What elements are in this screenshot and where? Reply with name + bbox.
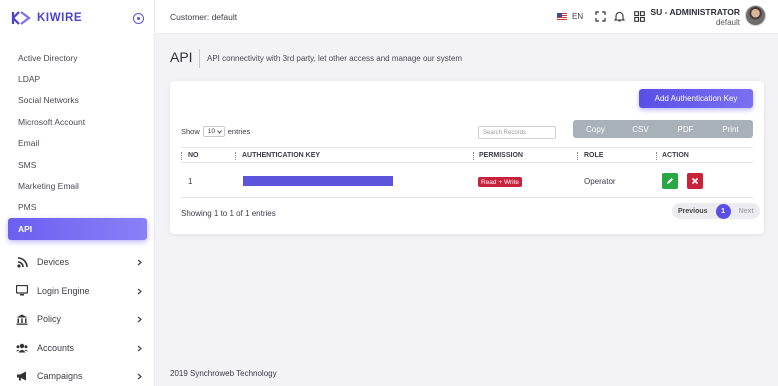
column-resize-handle[interactable] — [235, 152, 236, 160]
column-header-role[interactable]: ROLE — [584, 152, 603, 159]
sidebar-item-sms[interactable]: SMS — [0, 154, 155, 175]
bell-icon[interactable] — [613, 11, 626, 22]
sidebar-item-label: Accounts — [37, 342, 75, 353]
sidebar-item-marketing-email[interactable]: Marketing Email — [0, 175, 155, 196]
footer-text: 2019 Synchroweb Technology — [170, 369, 277, 378]
column-resize-handle[interactable] — [181, 152, 182, 160]
sidebar-item-label: Login Engine — [37, 285, 90, 296]
topbar: Customer: default EN SU - ADMINISTRATOR … — [155, 0, 778, 34]
permission-badge: Read + Write — [478, 177, 522, 187]
table-row: 1 Read + Write Operator — [181, 163, 753, 198]
sidebar-item-campaigns[interactable]: Campaigns — [0, 362, 155, 386]
print-button[interactable]: Print — [708, 120, 753, 138]
close-icon — [691, 177, 699, 185]
apps-grid-icon[interactable] — [634, 11, 645, 22]
api-keys-card: Add Authentication Key Show 10 entries S… — [170, 81, 764, 234]
edit-button[interactable] — [662, 173, 678, 189]
add-authentication-key-button[interactable]: Add Authentication Key — [639, 89, 753, 108]
chevron-right-icon — [137, 287, 142, 297]
sidebar-item-label: Campaigns — [37, 371, 83, 382]
megaphone-icon — [16, 370, 28, 382]
integration-submenu: Active Directory LDAP Social Networks Mi… — [0, 47, 155, 240]
sidebar-item-ldap[interactable]: LDAP — [0, 68, 155, 89]
search-input[interactable]: Search Records — [478, 126, 556, 139]
chevron-right-icon — [137, 258, 142, 268]
column-resize-handle[interactable] — [473, 152, 474, 160]
sidebar: KIWIRE Active Directory LDAP Social Netw… — [0, 0, 155, 386]
chevron-right-icon — [137, 372, 142, 382]
pagination-next[interactable]: Next — [733, 208, 760, 215]
sidebar-item-label: Devices — [37, 257, 70, 268]
user-name[interactable]: SU - ADMINISTRATOR — [650, 7, 740, 17]
kiwire-logo-icon — [11, 11, 31, 25]
page-length-value: 10 — [207, 128, 215, 135]
delete-button[interactable] — [687, 173, 703, 189]
chevron-down-icon — [217, 129, 222, 134]
sidebar-item-active-directory[interactable]: Active Directory — [0, 47, 155, 68]
column-header-permission[interactable]: PERMISSION — [479, 152, 523, 159]
sidebar-item-login-engine[interactable]: Login Engine — [0, 277, 155, 306]
sidebar-item-policy[interactable]: Policy — [0, 305, 155, 334]
page-length-control: Show 10 entries — [181, 126, 250, 137]
csv-button[interactable]: CSV — [618, 120, 663, 138]
brand[interactable]: KIWIRE — [0, 0, 154, 36]
rss-icon — [16, 256, 28, 268]
cell-role: Operator — [584, 177, 616, 186]
table-header: NO AUTHENTICATION KEY PERMISSION ROLE AC… — [181, 147, 753, 163]
monitor-icon — [16, 285, 28, 297]
copy-button[interactable]: Copy — [573, 120, 618, 138]
authentication-key-masked — [243, 176, 393, 186]
us-flag-icon — [557, 13, 567, 20]
sidebar-toggle-icon[interactable] — [133, 13, 144, 24]
show-label: Show — [181, 127, 200, 136]
sidebar-item-pms[interactable]: PMS — [0, 197, 155, 218]
page-length-select[interactable]: 10 — [202, 126, 225, 137]
entries-label: entries — [227, 127, 251, 136]
chevron-right-icon — [137, 315, 142, 325]
sidebar-item-api[interactable]: API — [8, 218, 147, 240]
user-role: default — [715, 18, 740, 27]
sidebar-item-email[interactable]: Email — [0, 133, 155, 154]
pdf-button[interactable]: PDF — [663, 120, 708, 138]
column-resize-handle[interactable] — [577, 152, 578, 160]
column-header-no[interactable]: NO — [188, 152, 199, 159]
sidebar-item-microsoft-account[interactable]: Microsoft Account — [0, 111, 155, 132]
bank-icon — [16, 313, 28, 325]
chevron-right-icon — [137, 344, 142, 354]
pagination-page-current[interactable]: 1 — [715, 203, 731, 219]
table-info: Showing 1 to 1 of 1 entries — [181, 209, 276, 218]
language-selector[interactable]: EN — [557, 12, 583, 21]
column-header-action[interactable]: ACTION — [662, 152, 689, 159]
users-icon — [16, 342, 28, 354]
column-resize-handle[interactable] — [656, 152, 657, 160]
pagination: Previous 1 Next — [672, 203, 760, 219]
avatar[interactable] — [745, 5, 766, 26]
export-button-group: Copy CSV PDF Print — [573, 120, 753, 138]
pencil-icon — [667, 178, 673, 184]
main-menu: Devices Login Engine Policy Accounts Cam… — [0, 248, 155, 386]
page-title: API — [170, 49, 193, 65]
fullscreen-icon[interactable] — [595, 11, 606, 22]
column-header-authentication-key[interactable]: AUTHENTICATION KEY — [242, 152, 320, 159]
sidebar-item-accounts[interactable]: Accounts — [0, 334, 155, 363]
title-divider — [199, 49, 200, 68]
language-label: EN — [572, 12, 584, 21]
customer-label[interactable]: Customer: default — [170, 12, 237, 22]
sidebar-item-social-networks[interactable]: Social Networks — [0, 90, 155, 111]
sidebar-item-devices[interactable]: Devices — [0, 248, 155, 277]
sidebar-item-label: Policy — [37, 314, 62, 325]
page-description: API connectivity with 3rd party, let oth… — [207, 54, 463, 63]
cell-no: 1 — [188, 177, 193, 186]
pagination-previous[interactable]: Previous — [672, 208, 714, 215]
brand-name: KIWIRE — [37, 12, 83, 24]
